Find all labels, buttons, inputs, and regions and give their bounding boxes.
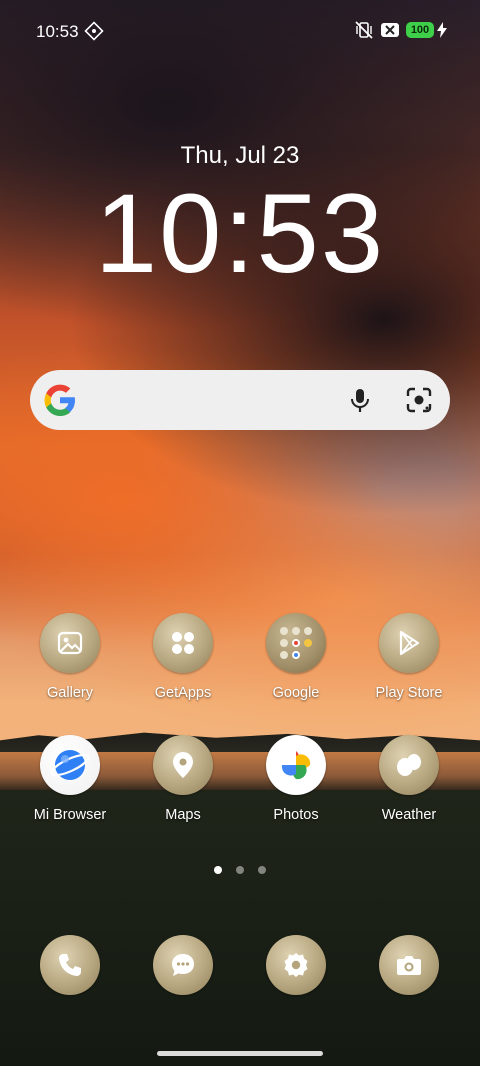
app-label: Google (272, 685, 320, 701)
maps-icon (153, 735, 213, 795)
battery-level: 100 (410, 24, 430, 36)
app-getapps[interactable]: GetApps (128, 613, 238, 713)
page-dot-2[interactable] (236, 866, 244, 874)
app-label: Maps (165, 807, 201, 823)
page-indicator[interactable] (0, 866, 480, 874)
page-dot-1[interactable] (214, 866, 222, 874)
app-label: Mi Browser (33, 807, 107, 823)
status-bar: 10:53 100 (0, 0, 480, 62)
camera-icon (379, 935, 439, 995)
dock-settings[interactable] (241, 935, 351, 1035)
widget-clock[interactable]: 10:53 (0, 174, 480, 294)
notification-diamond-icon (84, 21, 104, 41)
settings-icon (266, 935, 326, 995)
app-label: Weather (381, 807, 437, 823)
battery-indicator: 100 (406, 22, 434, 38)
app-mi-browser[interactable]: Mi Browser (15, 735, 125, 835)
phone-icon (40, 935, 100, 995)
widget-date[interactable]: Thu, Jul 23 (0, 142, 480, 170)
app-maps[interactable]: Maps (128, 735, 238, 835)
app-label: Photos (273, 807, 319, 823)
app-folder-google[interactable]: Google (241, 613, 351, 713)
app-label: Gallery (47, 685, 93, 701)
dock-messages[interactable] (128, 935, 238, 1035)
google-folder-icon (266, 613, 326, 673)
status-time: 10:53 (36, 22, 79, 41)
gallery-icon (40, 613, 100, 673)
no-signal-icon (381, 23, 399, 37)
page-dot-3[interactable] (258, 866, 266, 874)
dock (0, 935, 480, 999)
charging-bolt-icon (437, 22, 447, 38)
mi-browser-icon (40, 735, 100, 795)
vibrate-off-icon (355, 21, 373, 39)
messages-icon (153, 935, 213, 995)
play-store-icon (379, 613, 439, 673)
app-weather[interactable]: Weather (354, 735, 464, 835)
app-play-store[interactable]: Play Store (354, 613, 464, 713)
app-label: Play Store (375, 685, 443, 701)
getapps-icon (153, 613, 213, 673)
photos-icon (266, 735, 326, 795)
gesture-bar[interactable] (157, 1051, 323, 1056)
app-gallery[interactable]: Gallery (15, 613, 125, 713)
microphone-icon[interactable] (346, 386, 374, 414)
dock-camera[interactable] (354, 935, 464, 1035)
app-label: GetApps (154, 685, 212, 701)
google-lens-icon[interactable] (404, 385, 434, 415)
google-logo-icon (44, 384, 75, 416)
app-photos[interactable]: Photos (241, 735, 351, 835)
search-input[interactable] (90, 382, 344, 420)
weather-icon (379, 735, 439, 795)
google-search-bar[interactable] (30, 370, 450, 430)
dock-phone[interactable] (15, 935, 125, 1035)
